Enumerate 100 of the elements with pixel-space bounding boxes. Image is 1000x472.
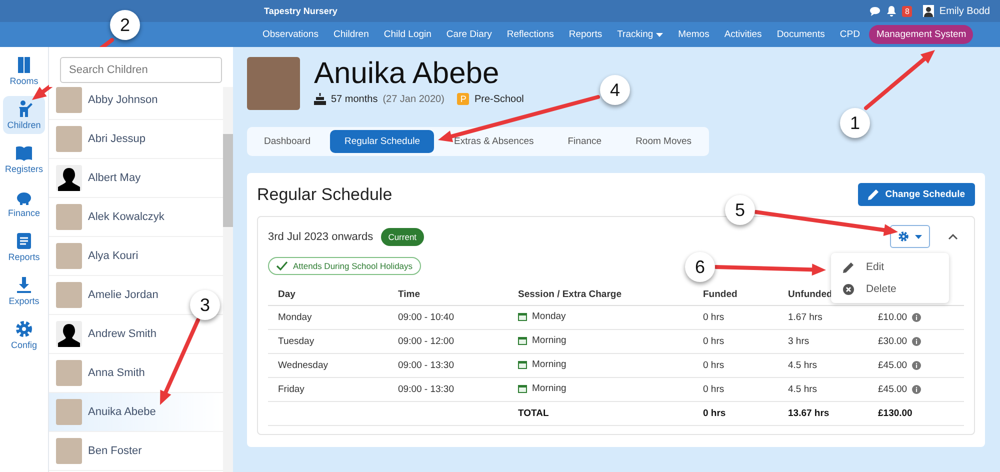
chat-icon[interactable] — [868, 6, 881, 16]
tab[interactable]: Extras & Absences — [440, 130, 548, 153]
rail-item[interactable]: Children — [3, 96, 45, 134]
download-icon — [15, 276, 33, 294]
change-schedule-button[interactable]: Change Schedule — [858, 183, 975, 206]
child-list-item[interactable]: Abri Jessup — [49, 120, 223, 159]
rail-item[interactable]: Exports — [3, 272, 45, 310]
status-badge: Current — [381, 228, 424, 246]
rail-label: Exports — [8, 296, 40, 306]
silhouette-icon — [56, 321, 82, 347]
total-cell: 13.67 hrs — [788, 408, 830, 419]
info-icon[interactable] — [912, 361, 922, 370]
gear-icon — [898, 231, 909, 242]
table-cell: Tuesday — [278, 336, 314, 347]
date-of-birth: (27 Jan 2020) — [382, 94, 444, 104]
tab[interactable]: Dashboard — [250, 130, 324, 153]
silhouette-icon — [56, 165, 82, 191]
table-cell: 3 hrs — [788, 336, 810, 347]
child-list-item[interactable]: Ben Foster — [49, 432, 223, 471]
table-cell: Morning — [532, 383, 566, 394]
nav-link[interactable]: Child Login — [376, 29, 439, 40]
scrollbar-thumb[interactable] — [223, 134, 233, 227]
child-name: Amelie Jordan — [88, 289, 158, 301]
collapse-chevron-icon[interactable] — [948, 234, 958, 240]
tab[interactable]: Room Moves — [622, 130, 706, 153]
table-cell: Friday — [278, 384, 304, 395]
column-header: Unfunded — [788, 289, 832, 300]
nav-link[interactable]: Reports — [561, 29, 610, 40]
child-list-item[interactable]: Abby Johnson — [49, 87, 223, 120]
table-cell: 09:00 - 10:40 — [398, 312, 454, 323]
total-cell: £130.00 — [878, 408, 912, 419]
rail-item[interactable]: Config — [3, 316, 45, 354]
tab[interactable]: Regular Schedule — [330, 130, 434, 153]
caret-icon — [656, 32, 664, 36]
room-name: Pre-School — [474, 94, 524, 104]
info-icon[interactable] — [912, 385, 922, 394]
schedule-period: 3rd Jul 2023 onwards — [268, 230, 374, 242]
nav-link[interactable]: Documents — [769, 29, 832, 40]
door-icon — [15, 56, 33, 74]
table-cell: 0 hrs — [703, 312, 724, 323]
nav-dropdown[interactable]: Tracking — [610, 29, 671, 40]
child-list-item[interactable]: Albert May — [49, 159, 223, 198]
age: 57 months — [331, 94, 378, 104]
child-name: Abby Johnson — [88, 94, 158, 106]
card-title: Regular Schedule — [257, 184, 392, 204]
nav-link[interactable]: Reflections — [499, 29, 562, 40]
nav-link[interactable]: Children — [326, 29, 376, 40]
info-icon[interactable] — [912, 337, 922, 346]
rail-item[interactable]: Registers — [3, 140, 45, 178]
photo-placeholder — [56, 126, 82, 152]
child-name: Anuika Abebe — [88, 406, 156, 418]
user-name[interactable]: Emily Bodd — [939, 6, 990, 16]
rail-label: Rooms — [10, 76, 38, 86]
child-list-item[interactable]: Alya Kouri — [49, 237, 223, 276]
nursery-name: Tapestry Nursery — [264, 6, 338, 16]
table-cell: 1.67 hrs — [788, 312, 822, 323]
column-header: Funded — [703, 289, 738, 300]
rail-label: Finance — [8, 208, 40, 218]
photo-placeholder — [56, 360, 82, 386]
rail-label: Reports — [8, 252, 40, 262]
document-icon — [15, 232, 33, 250]
rail-item[interactable]: Finance — [3, 184, 45, 222]
table-cell: 09:00 - 13:30 — [398, 384, 454, 395]
child-name: Andrew Smith — [88, 328, 156, 340]
table-cell: Monday — [532, 311, 566, 322]
calendar-icon — [518, 384, 527, 393]
cake-icon — [314, 93, 326, 105]
child-name: Abri Jessup — [88, 133, 146, 145]
calendar-icon — [518, 312, 527, 321]
child-name-heading: Anuika Abebe — [314, 57, 500, 91]
photo-placeholder — [56, 204, 82, 230]
menu-item[interactable]: Delete — [831, 278, 949, 300]
photo-placeholder — [56, 87, 82, 113]
column-header: Time — [398, 289, 420, 300]
nav-link[interactable]: Observations — [255, 29, 326, 40]
rail-item[interactable]: Rooms — [3, 52, 45, 90]
table-cell: Morning — [532, 335, 566, 346]
photo-placeholder — [247, 57, 300, 110]
rail-item[interactable]: Reports — [3, 228, 45, 266]
nav-link[interactable]: Memos — [670, 29, 717, 40]
child-list-item[interactable]: Anuika Abebe — [49, 393, 223, 432]
bell-icon[interactable] — [886, 5, 897, 17]
menu-item[interactable]: Edit — [831, 256, 949, 278]
nav-link[interactable]: Activities — [716, 29, 770, 40]
settings-dropdown-button[interactable] — [890, 225, 930, 248]
nav-link[interactable]: CPD — [832, 29, 868, 40]
search-field[interactable]: Search Children — [60, 57, 222, 83]
table-cell: £45.00 — [878, 384, 908, 395]
tab[interactable]: Finance — [554, 130, 616, 153]
photo-placeholder — [56, 282, 82, 308]
caret-icon — [915, 234, 922, 238]
table-cell: 4.5 hrs — [788, 360, 818, 371]
calendar-icon — [518, 360, 527, 369]
management-system-button[interactable]: Management System — [869, 25, 974, 44]
gear-icon — [15, 320, 33, 338]
child-list-item[interactable]: Alek Kowalczyk — [49, 198, 223, 237]
info-icon[interactable] — [912, 313, 922, 322]
rail-label: Config — [10, 340, 37, 350]
table-cell: Morning — [532, 359, 566, 370]
nav-link[interactable]: Care Diary — [438, 29, 500, 40]
